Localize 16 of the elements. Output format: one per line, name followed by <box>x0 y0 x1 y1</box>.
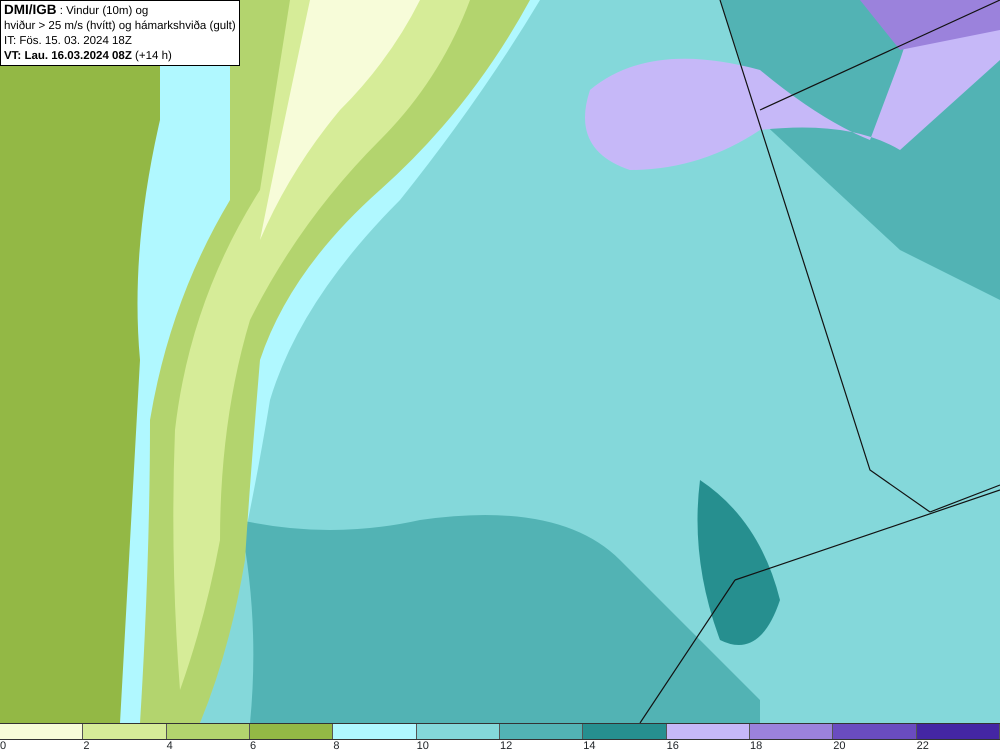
info-line: IT: Fös. 15. 03. 2024 18Z <box>4 34 133 49</box>
info-line: hviður > 25 m/s (hvítt) og hámarkshviða (gult) <box>4 19 236 34</box>
legend-label: 8 <box>333 740 340 752</box>
legend-label: 4 <box>166 740 173 752</box>
legend-label: 6 <box>250 740 256 752</box>
legend-label: 10 <box>416 740 429 752</box>
legend-label: 2 <box>83 740 90 752</box>
legend-label: 0 <box>0 740 6 752</box>
legend-label: 16 <box>666 740 679 752</box>
info-line: DMI/IGB : Vindur (10m) og <box>4 2 150 19</box>
info-line: VT: Lau. 16.03.2024 08Z (+14 h) <box>4 49 173 64</box>
legend-label: 20 <box>833 740 846 752</box>
legend-label: 14 <box>583 740 596 752</box>
legend-label: 18 <box>750 740 762 752</box>
legend-label: 12 <box>500 740 512 752</box>
legend-label: 22 <box>916 740 929 752</box>
